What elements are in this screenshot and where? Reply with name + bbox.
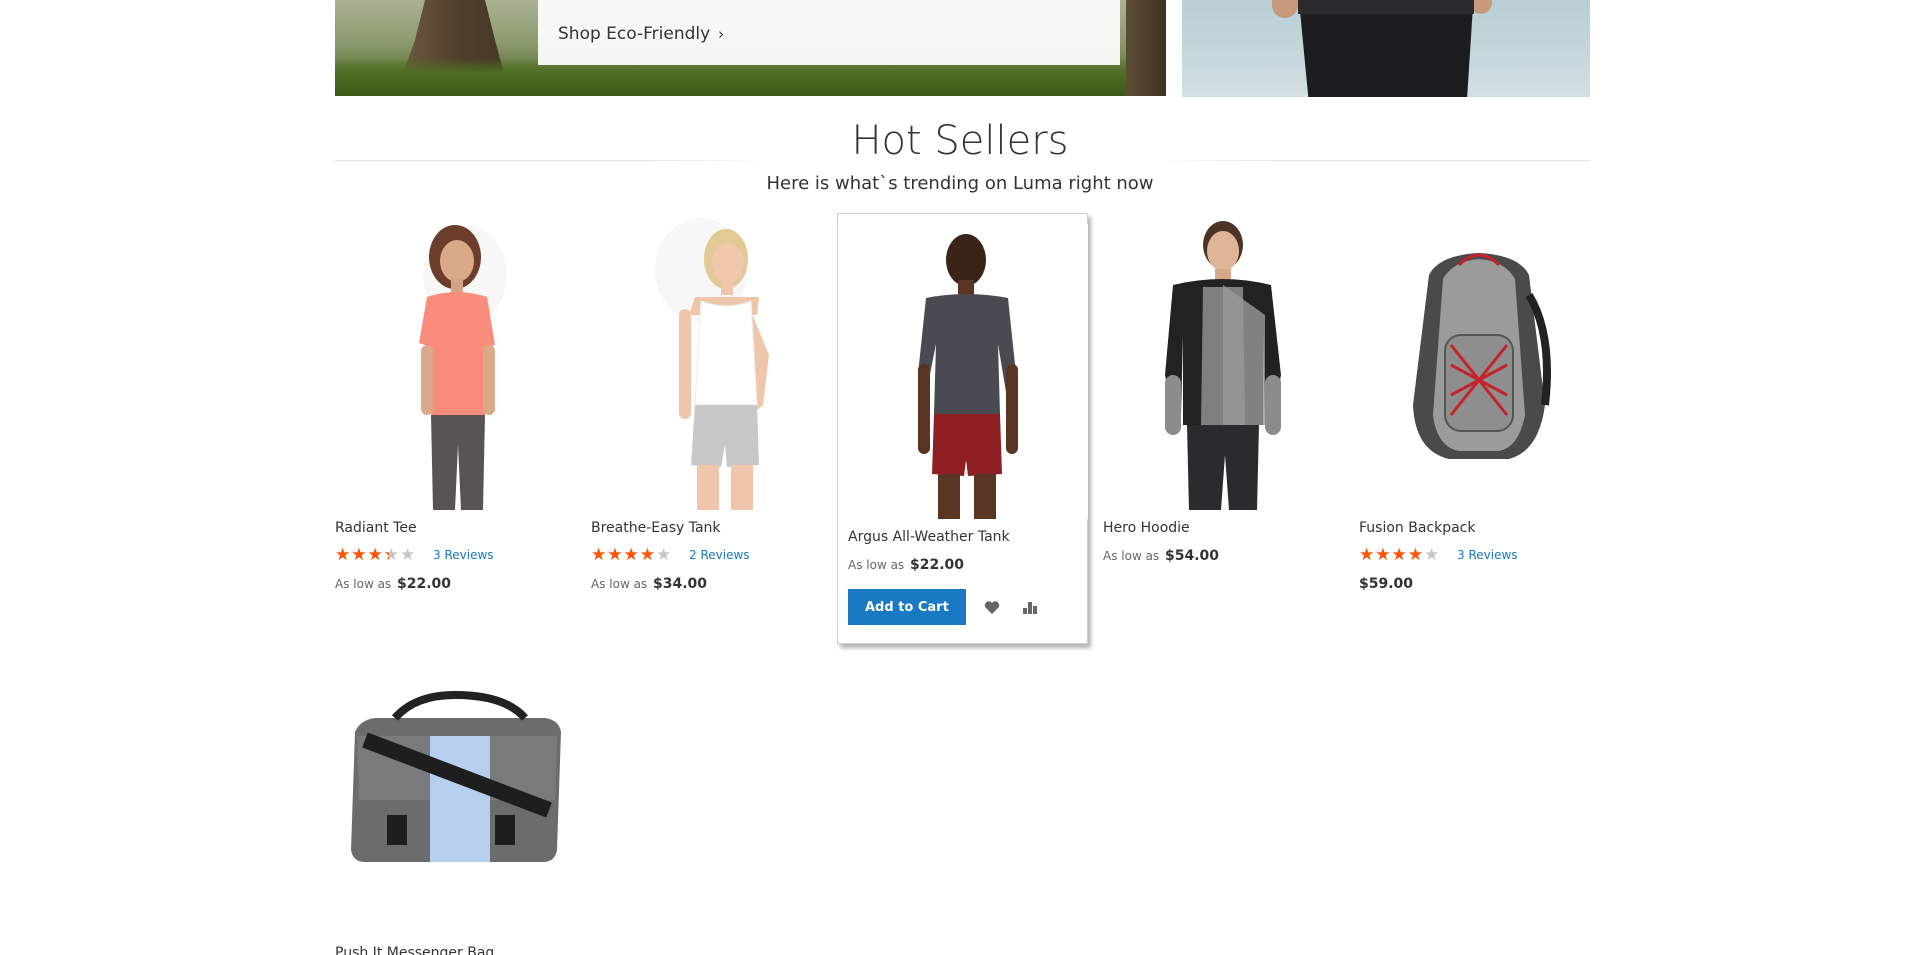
- product-image[interactable]: [591, 215, 831, 510]
- product-card[interactable]: Push It Messenger Bag: [335, 640, 575, 955]
- product-card-hovered[interactable]: Argus All-Weather Tank As low as $22.00 …: [837, 213, 1088, 644]
- section-divider: [335, 160, 1590, 161]
- messenger-bag-image: [351, 690, 561, 862]
- radiant-tee-image: [419, 225, 507, 510]
- product-name[interactable]: Push It Messenger Bag: [335, 945, 575, 955]
- price-amount: $34.00: [653, 576, 708, 592]
- product-image[interactable]: [335, 215, 575, 510]
- shop-eco-friendly-link[interactable]: Shop Eco-Friendly ›: [558, 24, 724, 44]
- stars-filled-icon: ★★★★★: [335, 546, 389, 564]
- compare-chart-icon[interactable]: [1018, 595, 1042, 619]
- chevron-right-icon: ›: [718, 25, 725, 43]
- pants-banner[interactable]: [1182, 0, 1590, 97]
- reviews-link[interactable]: 2 Reviews: [689, 548, 750, 562]
- product-card[interactable]: Fusion Backpack ★★★★★ ★★★★★ 3 Reviews $5…: [1359, 215, 1599, 592]
- rating-stars: ★★★★★ ★★★★★: [335, 546, 425, 564]
- product-image[interactable]: [1103, 215, 1343, 510]
- product-name[interactable]: Radiant Tee: [335, 520, 575, 536]
- add-to-cart-button[interactable]: Add to Cart: [848, 589, 966, 625]
- stars-filled-icon: ★★★★★: [1359, 546, 1422, 564]
- hand-graphic: [1272, 0, 1298, 18]
- product-image[interactable]: [335, 640, 575, 935]
- argus-tank-image: [918, 234, 1018, 519]
- section-subtitle: Here is what`s trending on Luma right no…: [766, 173, 1154, 194]
- product-name[interactable]: Breathe-Easy Tank: [591, 520, 831, 536]
- product-card[interactable]: Hero Hoodie As low as $54.00: [1103, 215, 1343, 564]
- leggings-graphic: [1298, 0, 1474, 97]
- eco-friendly-banner[interactable]: Shop Eco-Friendly ›: [335, 0, 1166, 96]
- price-amount: $59.00: [1359, 576, 1414, 592]
- product-rating: ★★★★★ ★★★★★ 3 Reviews: [335, 546, 575, 564]
- section-title: Hot Sellers: [851, 118, 1069, 164]
- price-prefix: As low as: [591, 577, 648, 591]
- product-name[interactable]: Argus All-Weather Tank: [848, 529, 1077, 545]
- promo-box: Shop Eco-Friendly ›: [538, 0, 1120, 65]
- heart-icon[interactable]: [980, 595, 1004, 619]
- price-amount: $22.00: [397, 576, 452, 592]
- product-name[interactable]: Hero Hoodie: [1103, 520, 1343, 536]
- rating-stars: ★★★★★ ★★★★★: [591, 546, 681, 564]
- reviews-link[interactable]: 3 Reviews: [1457, 548, 1518, 562]
- product-image[interactable]: [848, 224, 1088, 519]
- price-prefix: As low as: [848, 558, 905, 572]
- product-card[interactable]: Breathe-Easy Tank ★★★★★ ★★★★★ 2 Reviews …: [591, 215, 831, 592]
- tree-trunk-graphic-right: [1126, 0, 1166, 96]
- product-price: As low as $54.00: [1103, 548, 1343, 564]
- shop-eco-friendly-label: Shop Eco-Friendly: [558, 24, 711, 44]
- product-actions: Add to Cart: [848, 589, 1077, 625]
- rating-stars: ★★★★★ ★★★★★: [1359, 546, 1449, 564]
- reviews-link[interactable]: 3 Reviews: [433, 548, 494, 562]
- price-prefix: As low as: [335, 577, 392, 591]
- waistband-graphic: [1298, 0, 1474, 14]
- product-rating: ★★★★★ ★★★★★ 3 Reviews: [1359, 546, 1599, 564]
- product-price: As low as $22.00: [335, 576, 575, 592]
- hero-hoodie-image: [1165, 221, 1281, 510]
- product-rating: ★★★★★ ★★★★★ 2 Reviews: [591, 546, 831, 564]
- product-price: $59.00: [1359, 576, 1599, 592]
- stars-filled-icon: ★★★★★: [591, 546, 654, 564]
- price-amount: $22.00: [910, 557, 965, 573]
- breathe-easy-tank-image: [655, 218, 769, 510]
- product-price: As low as $22.00: [848, 557, 1077, 573]
- product-name[interactable]: Fusion Backpack: [1359, 520, 1599, 536]
- product-card[interactable]: Radiant Tee ★★★★★ ★★★★★ 3 Reviews As low…: [335, 215, 575, 592]
- fusion-backpack-image: [1413, 253, 1551, 459]
- product-price: As low as $34.00: [591, 576, 831, 592]
- price-amount: $54.00: [1165, 548, 1220, 564]
- price-prefix: As low as: [1103, 549, 1160, 563]
- product-image[interactable]: [1359, 215, 1599, 510]
